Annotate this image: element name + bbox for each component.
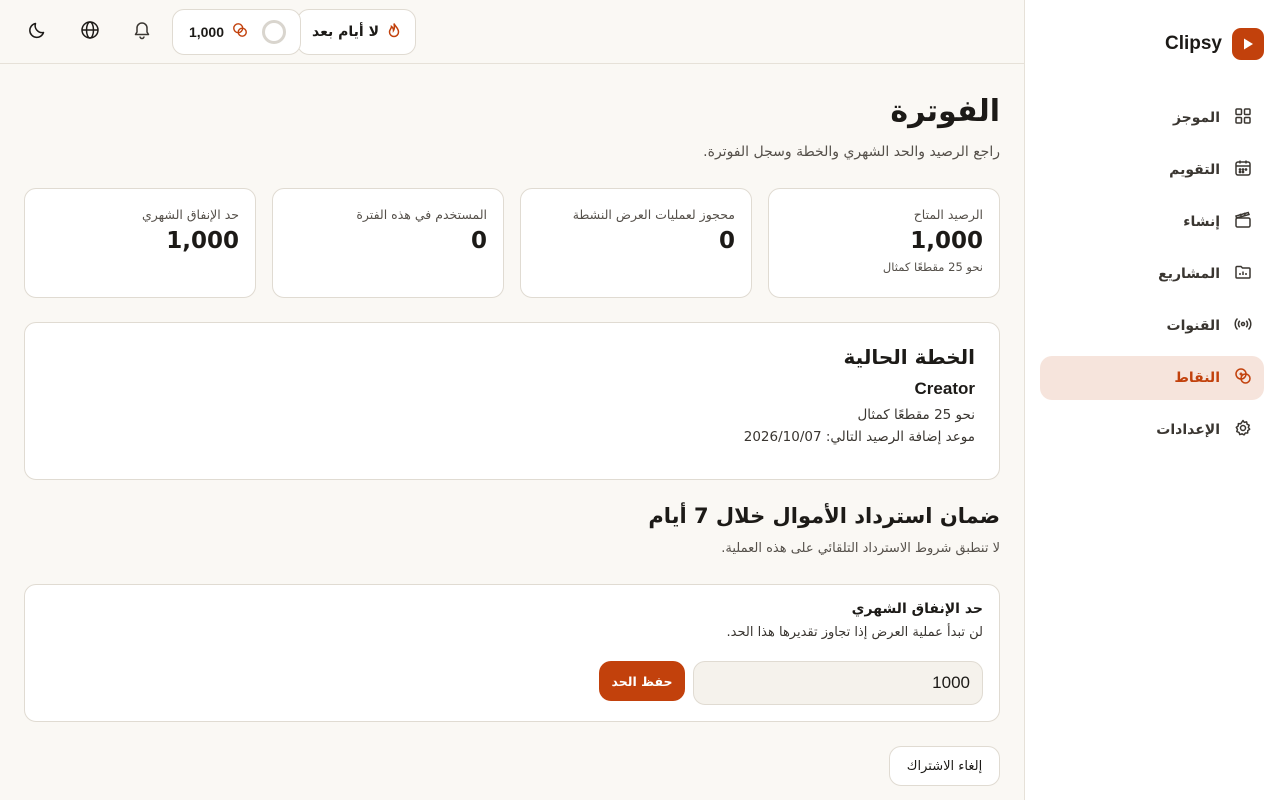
stat-label: الرصيد المتاح [913,207,983,222]
page-subtitle: راجع الرصيد والحد الشهري والخطة وسجل الف… [703,144,1000,160]
sidebar-item-label: الموجز [1172,110,1220,126]
spending-limit-card: حد الإنفاق الشهري لن تبدأ عملية العرض إذ… [24,584,1000,722]
sidebar-item-label: القنوات [1166,318,1221,334]
plan-next-topup: موعد إضافة الرصيد التالي: 2026/10/07 [743,429,975,445]
spending-limit-input[interactable] [693,661,983,705]
sidebar-item-create[interactable]: إنشاء [1040,200,1264,244]
current-plan-card: الخطة الحالية Creator نحو 25 مقطعًا كمثا… [24,322,1000,480]
limit-title: حد الإنفاق الشهري [851,601,983,617]
sidebar-item-label: إنشاء [1183,214,1220,230]
billing-page: الفوترة راجع الرصيد والحد الشهري والخطة … [0,64,1024,800]
clapperboard-icon [1234,211,1252,233]
limit-description: لن تبدأ عملية العرض إذا تجاوز تقديرها هذ… [726,625,983,640]
stat-card-reserved: محجوز لعمليات العرض النشطة 0 [520,188,752,298]
credits-pill[interactable]: 1,000 [172,9,301,55]
top-header: لا أيام بعد 1,000 [0,0,1024,64]
stat-note: نحو 25 مقطعًا كمثال [882,260,983,274]
stat-card-used-this-period: المستخدم في هذه الفترة 0 [272,188,504,298]
sidebar-item-calendar[interactable]: التقويم [1040,148,1264,192]
stat-card-available-balance: الرصيد المتاح 1,000 نحو 25 مقطعًا كمثال [768,188,1000,298]
streak-label: لا أيام بعد [312,24,379,40]
plan-name: Creator [914,379,975,398]
sidebar-item-label: التقويم [1169,162,1220,178]
calendar-icon [1234,159,1252,181]
sidebar-item-settings[interactable]: الإعدادات [1040,408,1264,452]
sidebar-nav: الموجز التقويم إنشاء المشاريع القنوات ال… [1040,96,1264,460]
cancel-subscription-button[interactable]: إلغاء الاشتراك [889,746,1000,786]
flame-icon [387,22,401,42]
stat-value: 1,000 [166,228,239,254]
stat-value: 0 [470,228,487,254]
sidebar-item-digest[interactable]: الموجز [1040,96,1264,140]
broadcast-icon [1234,315,1252,337]
language-button[interactable] [72,14,108,50]
app-name: Clipsy [1164,33,1222,54]
stat-label: محجوز لعمليات العرض النشطة [572,207,735,222]
streak-pill[interactable]: لا أيام بعد [297,9,416,55]
play-logo-icon [1232,28,1264,60]
plan-example: نحو 25 مقطعًا كمثال [857,407,975,423]
stat-label: حد الإنفاق الشهري [141,207,239,222]
stat-value: 1,000 [910,228,983,254]
refund-subtitle: لا تنطبق شروط الاسترداد التلقائي على هذه… [721,541,1000,556]
moon-icon [28,20,48,44]
plan-title: الخطة الحالية [843,345,975,369]
grid-icon [1234,107,1252,129]
stat-card-monthly-limit: حد الإنفاق الشهري 1,000 [24,188,256,298]
sidebar-item-label: المشاريع [1158,266,1220,282]
refund-title: ضمان استرداد الأموال خلال 7 أيام [648,504,1000,528]
stat-label: المستخدم في هذه الفترة [356,207,487,222]
brand[interactable]: Clipsy [1165,28,1264,60]
sidebar-item-label: النقاط [1174,370,1220,386]
sidebar: Clipsy الموجز التقويم إنشاء المشاريع الق… [1024,0,1280,800]
notifications-button[interactable] [124,14,160,50]
bell-icon [132,20,152,44]
sidebar-item-points[interactable]: النقاط [1040,356,1264,400]
globe-icon [80,20,100,44]
sidebar-item-channels[interactable]: القنوات [1040,304,1264,348]
credits-ring [262,20,286,44]
stat-value: 0 [718,228,735,254]
sidebar-item-label: الإعدادات [1156,422,1220,438]
coins-icon [232,22,248,42]
gear-icon [1234,419,1252,441]
page-title: الفوترة [890,94,1000,129]
save-limit-button[interactable]: حفظ الحد [599,661,685,701]
theme-toggle-button[interactable] [20,14,56,50]
sidebar-item-projects[interactable]: المشاريع [1040,252,1264,296]
coins-icon [1234,367,1252,389]
credits-balance: 1,000 [188,24,224,40]
folder-icon [1234,263,1252,285]
